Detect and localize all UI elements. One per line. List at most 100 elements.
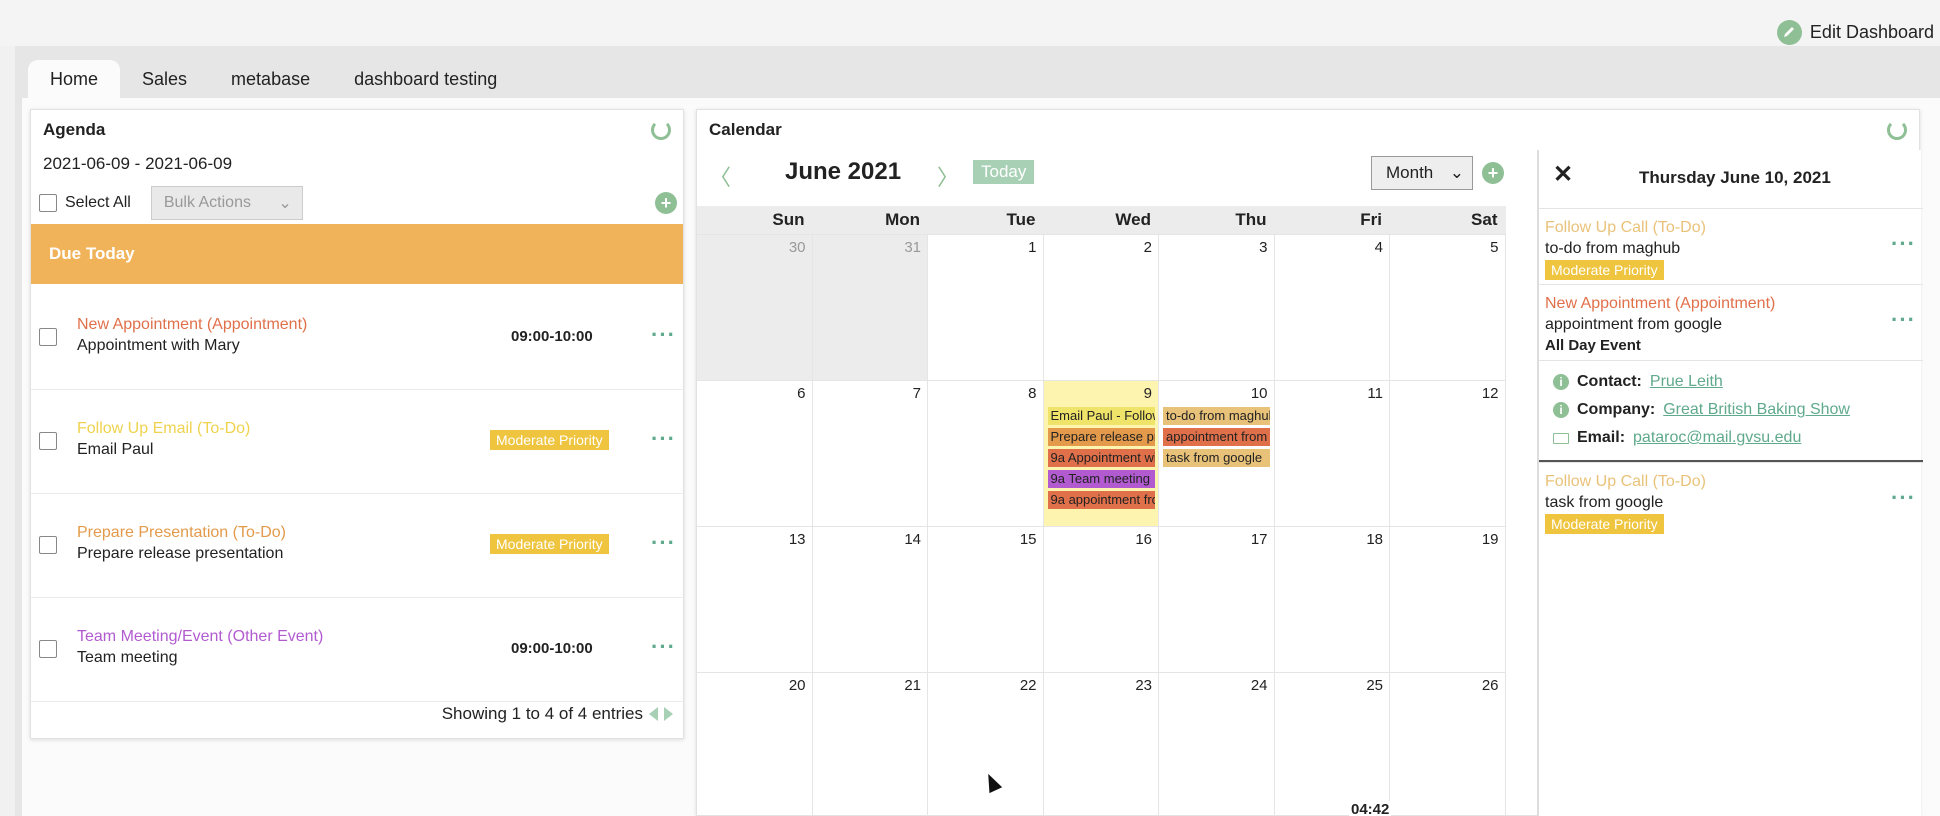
- calendar-week: 30 31 1 2 3 4 5: [697, 234, 1506, 380]
- calendar-day[interactable]: 18: [1275, 527, 1390, 672]
- more-options-icon[interactable]: ···: [651, 428, 676, 450]
- contact-link[interactable]: Prue Leith: [1650, 373, 1723, 391]
- agenda-row[interactable]: New Appointment (Appointment) Appointmen…: [31, 286, 683, 390]
- agenda-item-time: 09:00-10:00: [511, 328, 593, 345]
- detail-item[interactable]: Follow Up Call (To-Do) to-do from maghub…: [1539, 208, 1923, 284]
- detail-item-type[interactable]: Follow Up Call (To-Do): [1545, 473, 1706, 491]
- calendar-day[interactable]: 5: [1390, 235, 1506, 380]
- day-number: 19: [1481, 531, 1499, 548]
- next-page-icon[interactable]: [664, 707, 673, 721]
- chevron-down-icon: ⌄: [278, 195, 292, 212]
- calendar-day[interactable]: 13: [697, 527, 813, 672]
- prev-page-icon[interactable]: [649, 707, 658, 721]
- row-checkbox[interactable]: [39, 328, 57, 346]
- calendar-event[interactable]: Email Paul - Follow Up: [1047, 407, 1155, 425]
- calendar-title: Calendar: [709, 120, 782, 139]
- detail-item-type[interactable]: New Appointment (Appointment): [1545, 295, 1775, 313]
- more-options-icon[interactable]: ···: [651, 636, 676, 658]
- calendar-day[interactable]: 25: [1275, 673, 1390, 816]
- day-number: 23: [1135, 677, 1152, 694]
- bulk-actions-select[interactable]: Bulk Actions ⌄: [150, 186, 303, 220]
- tab-home[interactable]: Home: [28, 60, 121, 98]
- refresh-icon[interactable]: [1887, 120, 1907, 140]
- day-number: 13: [788, 531, 806, 548]
- refresh-icon[interactable]: [651, 120, 671, 140]
- calendar-day[interactable]: 31: [812, 235, 928, 380]
- calendar-day[interactable]: 16: [1044, 527, 1159, 672]
- add-event-icon[interactable]: +: [1482, 162, 1504, 184]
- calendar-day[interactable]: 7: [813, 381, 928, 526]
- company-link[interactable]: Great British Baking Show: [1663, 401, 1850, 419]
- calendar-day[interactable]: 2: [1044, 235, 1159, 380]
- agenda-row[interactable]: Follow Up Email (To-Do) Email Paul Moder…: [31, 390, 683, 494]
- weekday-header: Sun Mon Tue Wed Thu Fri Sat: [697, 206, 1506, 234]
- tab-metabase[interactable]: metabase: [209, 60, 332, 98]
- calendar-day[interactable]: 17: [1159, 527, 1275, 672]
- calendar-day[interactable]: 12: [1390, 381, 1506, 526]
- calendar-event[interactable]: 9a Team meeting: [1047, 470, 1155, 488]
- calendar-day[interactable]: 4: [1275, 235, 1390, 380]
- chevron-down-icon: ⌄: [1449, 163, 1464, 182]
- select-all-checkbox[interactable]: [39, 194, 57, 212]
- next-month-button[interactable]: 〉: [937, 160, 959, 192]
- calendar-day[interactable]: 24: [1159, 673, 1275, 816]
- calendar-day[interactable]: 11: [1275, 381, 1390, 526]
- agenda-row[interactable]: Team Meeting/Event (Other Event) Team me…: [31, 598, 683, 702]
- company-row: i Company: Great British Baking Show: [1553, 401, 1850, 419]
- agenda-item-type[interactable]: Team Meeting/Event (Other Event): [77, 628, 323, 646]
- row-checkbox[interactable]: [39, 536, 57, 554]
- close-icon[interactable]: ✕: [1553, 160, 1573, 189]
- calendar-event[interactable]: 9a Appointment with Mary: [1047, 449, 1155, 467]
- row-checkbox[interactable]: [39, 432, 57, 450]
- calendar-day[interactable]: 14: [813, 527, 928, 672]
- pagination-info: Showing 1 to 4 of 4 entries: [441, 704, 643, 723]
- detail-item-type[interactable]: Follow Up Call (To-Do): [1545, 219, 1706, 237]
- calendar-event[interactable]: to-do from maghub: [1163, 407, 1270, 425]
- add-agenda-item-icon[interactable]: +: [655, 192, 677, 214]
- agenda-item-title: Email Paul: [77, 441, 154, 458]
- agenda-item-type[interactable]: Follow Up Email (To-Do): [77, 420, 250, 438]
- agenda-title: Agenda: [43, 120, 106, 139]
- calendar-view-select[interactable]: Month ⌄: [1371, 156, 1473, 190]
- day-number: 25: [1366, 677, 1383, 694]
- calendar-toolbar: 〈 June 2021 〉 Today Month ⌄ +: [709, 156, 1517, 196]
- calendar-day[interactable]: 6: [697, 381, 813, 526]
- calendar-month-label: June 2021: [785, 158, 902, 185]
- agenda-item-type[interactable]: Prepare Presentation (To-Do): [77, 524, 286, 542]
- tab-dashboard-testing[interactable]: dashboard testing: [332, 60, 519, 98]
- calendar-day[interactable]: 19: [1390, 527, 1506, 672]
- calendar-event[interactable]: task from google: [1163, 449, 1270, 467]
- calendar-day[interactable]: 1: [928, 235, 1044, 380]
- calendar-day[interactable]: 20: [697, 673, 813, 816]
- calendar-day[interactable]: 26: [1390, 673, 1506, 816]
- more-options-icon[interactable]: ···: [1891, 487, 1916, 509]
- more-options-icon[interactable]: ···: [651, 532, 676, 554]
- agenda-row[interactable]: Prepare Presentation (To-Do) Prepare rel…: [31, 494, 683, 598]
- calendar-day[interactable]: 8: [928, 381, 1044, 526]
- more-options-icon[interactable]: ···: [1891, 309, 1916, 331]
- calendar-day[interactable]: 30: [697, 235, 813, 380]
- agenda-item-type[interactable]: New Appointment (Appointment): [77, 316, 307, 334]
- calendar-event[interactable]: 9a appointment from google: [1047, 491, 1155, 509]
- calendar-event[interactable]: appointment from google: [1163, 428, 1270, 446]
- calendar-day[interactable]: 21: [813, 673, 928, 816]
- today-button[interactable]: Today: [973, 160, 1035, 184]
- row-checkbox[interactable]: [39, 640, 57, 658]
- calendar-event[interactable]: Prepare release presentation: [1047, 428, 1155, 446]
- calendar-day[interactable]: 22: [928, 673, 1044, 816]
- edit-dashboard-button[interactable]: Edit Dashboard: [1776, 19, 1934, 45]
- detail-item[interactable]: New Appointment (Appointment) appointmen…: [1539, 284, 1923, 360]
- detail-item[interactable]: Follow Up Call (To-Do) task from google …: [1539, 462, 1923, 538]
- calendar-day[interactable]: 15: [928, 527, 1044, 672]
- previous-month-button[interactable]: 〈: [709, 160, 731, 192]
- more-options-icon[interactable]: ···: [651, 324, 676, 346]
- tab-sales[interactable]: Sales: [120, 60, 209, 98]
- due-today-header: Due Today: [31, 224, 683, 284]
- contact-label: Contact:: [1577, 373, 1642, 390]
- calendar-day[interactable]: 23: [1044, 673, 1159, 816]
- calendar-day[interactable]: 10 to-do from maghub appointment from go…: [1159, 381, 1275, 526]
- calendar-day[interactable]: 3: [1159, 235, 1275, 380]
- email-link[interactable]: pataroc@mail.gvsu.edu: [1633, 429, 1801, 447]
- more-options-icon[interactable]: ···: [1891, 233, 1916, 255]
- calendar-day-today[interactable]: 9 Email Paul - Follow Up Prepare release…: [1043, 381, 1159, 526]
